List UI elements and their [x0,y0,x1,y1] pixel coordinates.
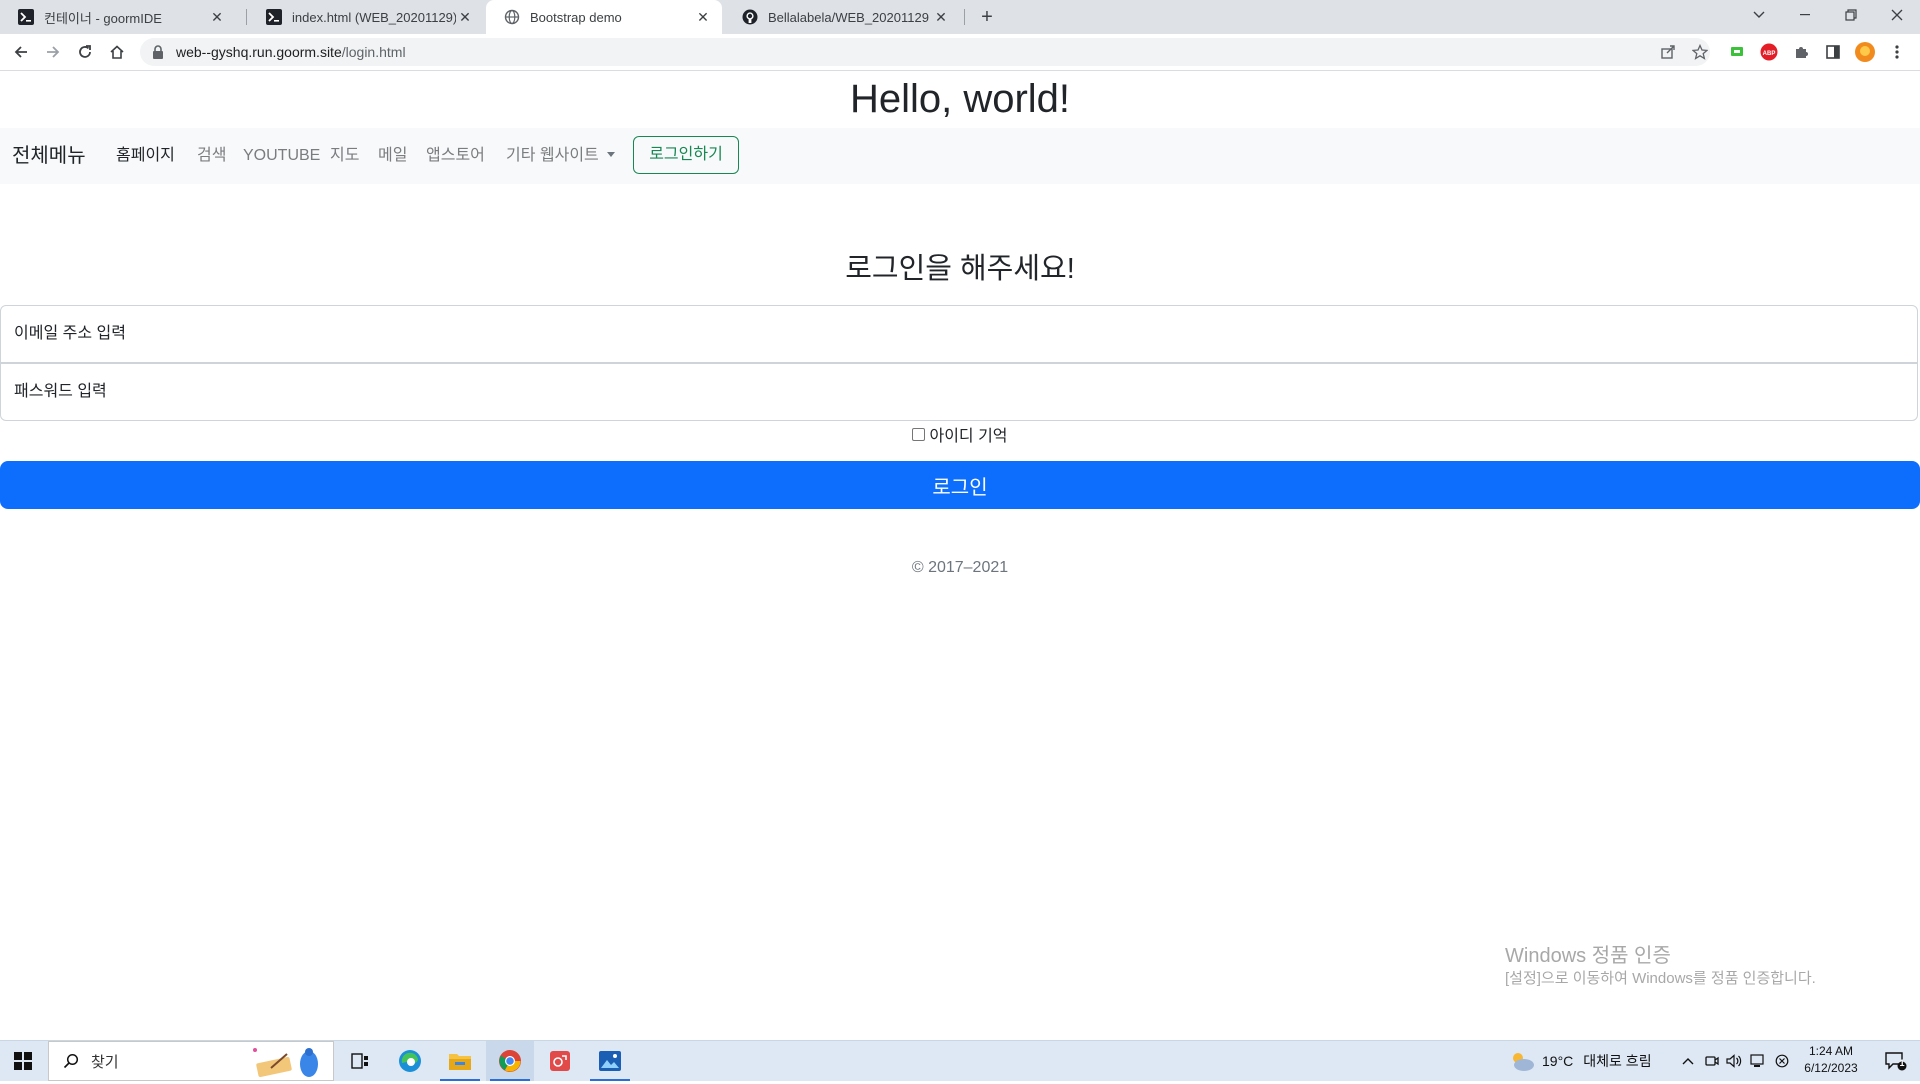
file-explorer-icon[interactable] [436,1041,484,1081]
page-viewport: Hello, world! 전체메뉴 홈페이지 검색 YOUTUBE 지도 메일… [0,71,1920,1039]
watermark-subtitle: [설정]으로 이동하여 Windows를 정품 인증합니다. [1505,970,1816,987]
forward-icon[interactable] [41,40,65,64]
nav-link-youtube[interactable]: YOUTUBE [243,128,320,184]
network-icon[interactable] [1748,1041,1768,1081]
nav-link-home[interactable]: 홈페이지 [116,128,175,184]
chrome-browser-icon[interactable] [486,1041,534,1081]
search-icon [61,1051,81,1071]
new-tab-button[interactable]: + [976,6,998,28]
nav-link-search[interactable]: 검색 [197,128,226,184]
extension-green-icon[interactable] [1727,42,1747,62]
tab-search-chevron-icon[interactable] [1736,0,1782,30]
no-connection-icon[interactable] [1772,1041,1792,1081]
windows-start-icon[interactable] [0,1041,46,1081]
remember-row: 아이디 기억 [0,421,1920,447]
home-icon[interactable] [105,40,129,64]
watermark-title: Windows 정품 인증 [1505,945,1671,967]
tab-title: Bootstrap demo [530,9,622,25]
clock-date: 6/12/2023 [1804,1061,1858,1075]
task-view-icon[interactable] [336,1041,384,1081]
tab-goormide-container[interactable]: 컨테이너 - goormIDE ✕ [0,0,236,34]
email-field[interactable] [0,305,1918,363]
tab-title: 컨테이너 - goormIDE [44,10,162,26]
svg-text:ABP: ABP [1763,51,1776,57]
dropdown-label: 기타 웹사이트 [506,147,599,164]
tab-strip: 컨테이너 - goormIDE ✕ index.html (WEB_202011… [0,0,1920,34]
close-icon[interactable]: ✕ [694,8,712,26]
chevron-up-icon[interactable] [1678,1041,1698,1081]
weather-widget[interactable]: 19°C 대체로 흐림 [1508,1041,1652,1081]
nav-link-map[interactable]: 지도 [330,128,359,184]
tab-bootstrap-demo[interactable]: Bootstrap demo ✕ [486,0,722,34]
page-title: Hello, world! [849,77,1071,121]
url-path: /login.html [341,44,406,60]
weather-temp: 19°C [1542,1053,1574,1069]
remember-checkbox[interactable] [912,427,926,441]
reload-icon[interactable] [73,40,97,64]
tab-title: Bellalabela/WEB_20201129 [768,9,929,25]
address-bar[interactable]: web--gyshq.run.goorm.site/login.html [140,38,1710,66]
form-title: 로그인을 해주세요! [845,253,1075,285]
meet-now-icon[interactable] [1702,1041,1722,1081]
tab-github-repo[interactable]: Bellalabela/WEB_20201129 ✕ [724,0,960,34]
side-panel-icon[interactable] [1823,42,1843,62]
close-icon[interactable]: ✕ [208,8,226,26]
adblock-icon[interactable]: ABP [1759,42,1779,62]
tab-divider [964,9,965,25]
cloudy-weather-icon [1508,1049,1536,1073]
tab-index-html[interactable]: index.html (WEB_20201129) - goormIDE ✕ [248,0,484,34]
url-host: web--gyshq.run.goorm.site [176,44,342,60]
nav-link-mail[interactable]: 메일 [378,128,407,184]
login-submit-button[interactable]: 로그인 [0,461,1920,509]
search-highlight-icon [249,1044,329,1080]
login-nav-button[interactable]: 로그인하기 [633,136,739,174]
back-icon[interactable] [9,40,33,64]
weather-desc: 대체로 흐림 [1583,1053,1652,1069]
activation-watermark: Windows 정품 인증 [설정]으로 이동하여 Windows를 정품 인증… [1505,943,1816,989]
navbar-brand[interactable]: 전체메뉴 [12,128,86,184]
profile-avatar[interactable] [1855,42,1875,62]
volume-icon[interactable] [1724,1041,1744,1081]
close-window-icon[interactable] [1874,0,1920,30]
tab-divider [246,9,247,25]
globe-icon [504,9,520,25]
copyright: © 2017–2021 [911,559,1009,576]
share-icon[interactable] [1658,42,1678,62]
nav-link-appstore[interactable]: 앱스토어 [426,128,485,184]
extensions-puzzle-icon[interactable] [1791,42,1811,62]
github-icon [742,9,758,25]
red-app-icon[interactable] [536,1041,584,1081]
close-icon[interactable]: ✕ [932,8,950,26]
clock-time: 1:24 AM [1808,1044,1854,1058]
minimize-icon[interactable] [1782,0,1828,30]
remember-label[interactable]: 아이디 기억 [929,422,1007,446]
taskbar: 찾기 19°C 대체로 흐림 1:24 AM 6/12/2023 1 [0,1040,1920,1081]
search-placeholder: 찾기 [91,1053,119,1071]
close-icon[interactable]: ✕ [456,8,474,26]
taskbar-search-box[interactable]: 찾기 [48,1041,334,1081]
notification-icon[interactable]: 1 [1876,1041,1916,1081]
tab-title: index.html (WEB_20201129) - goormIDE [292,9,456,25]
terminal-icon [18,9,34,25]
edge-browser-icon[interactable] [386,1041,434,1081]
nav-dropdown-other-sites[interactable]: 기타 웹사이트 [506,128,615,184]
bookmark-star-icon[interactable] [1690,42,1710,62]
caret-down-icon [606,152,615,157]
navbar: 전체메뉴 홈페이지 검색 YOUTUBE 지도 메일 앱스토어 기타 웹사이트 … [0,128,1920,184]
password-field[interactable] [0,363,1918,421]
lock-icon[interactable] [152,45,166,59]
restore-icon[interactable] [1828,0,1874,30]
notification-count: 1 [1899,1058,1905,1068]
taskbar-clock[interactable]: 1:24 AM 6/12/2023 [1796,1043,1866,1077]
menu-kebab-icon[interactable] [1887,42,1907,62]
browser-toolbar: web--gyshq.run.goorm.site/login.html ABP [0,34,1920,71]
photos-app-icon[interactable] [586,1041,634,1081]
terminal-icon [266,9,282,25]
